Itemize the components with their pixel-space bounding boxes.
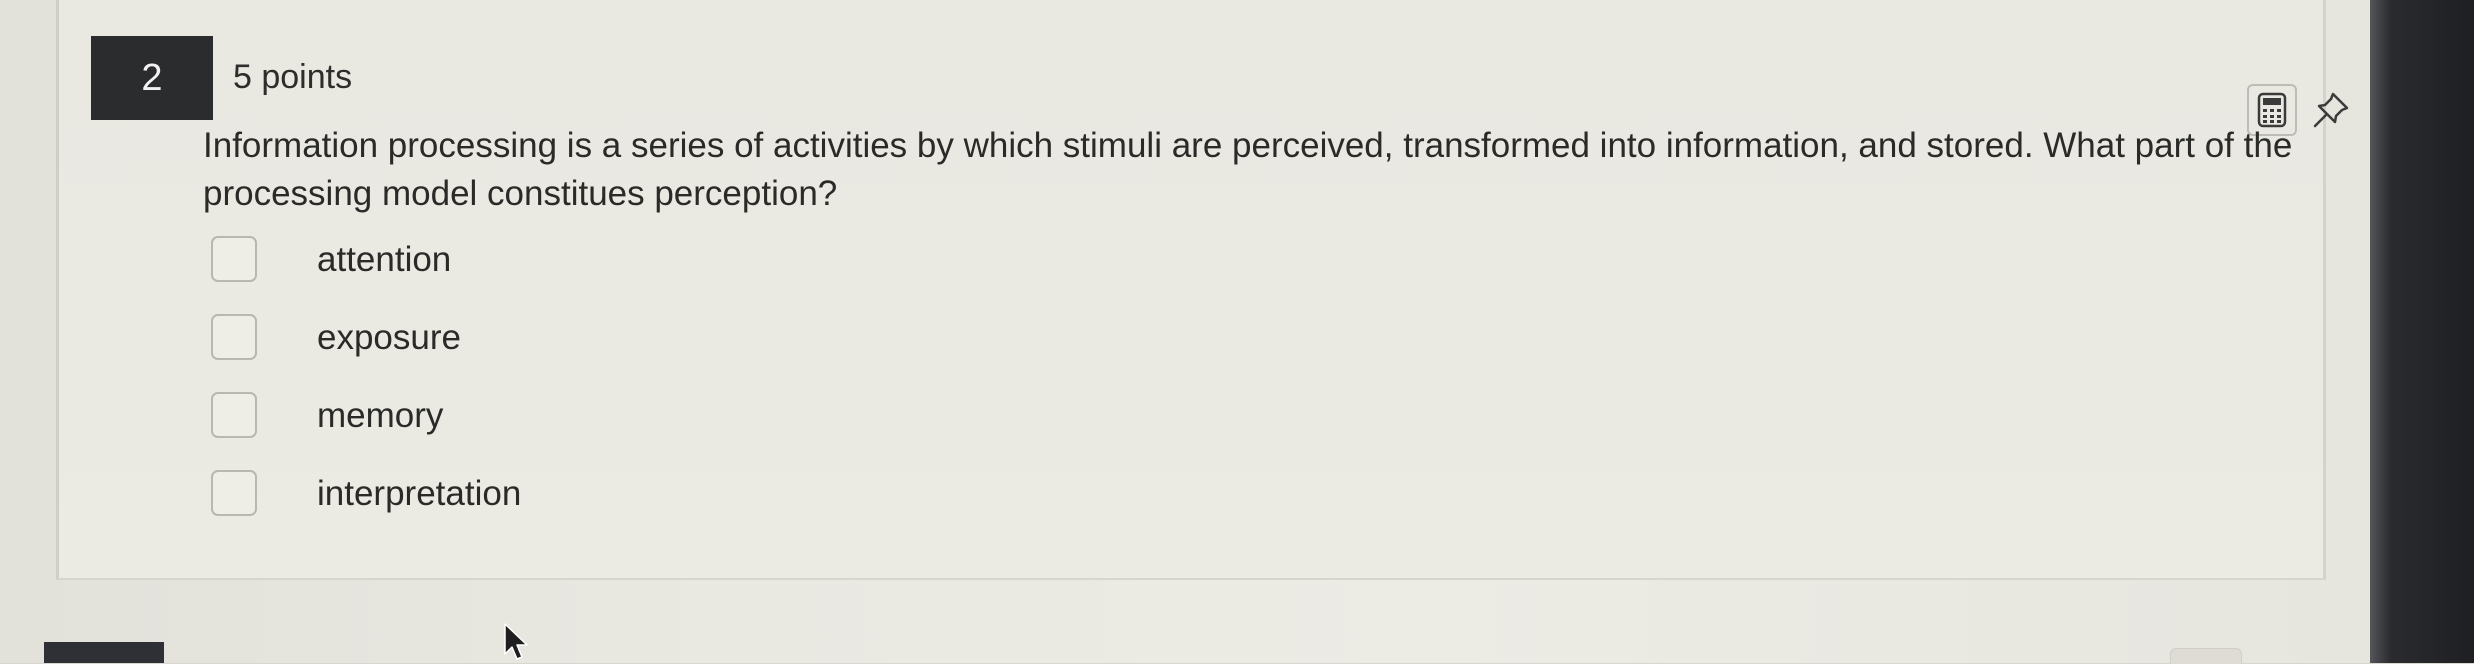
question-card: 2 5 points Information processing is a s… (56, 0, 2349, 580)
answer-label: memory (317, 396, 444, 435)
answer-checkbox[interactable] (211, 314, 257, 360)
mouse-cursor-icon (504, 623, 528, 660)
question-number-badge: 2 (91, 36, 213, 120)
answer-checkbox[interactable] (211, 392, 257, 438)
answer-label: exposure (317, 318, 461, 357)
bottom-right-tab (2170, 648, 2242, 664)
question-number: 2 (141, 56, 163, 99)
screen: 2 5 points Information processing is a s… (0, 0, 2390, 664)
answer-label: attention (317, 240, 452, 279)
screen-bezel (2370, 0, 2474, 663)
bottom-dark-tab (44, 642, 164, 663)
answer-checkbox[interactable] (211, 236, 257, 282)
question-prompt: Information processing is a series of ac… (203, 126, 2293, 213)
answer-label: interpretation (317, 474, 522, 513)
question-points: 5 points (233, 58, 353, 96)
answer-checkbox[interactable] (211, 470, 257, 516)
